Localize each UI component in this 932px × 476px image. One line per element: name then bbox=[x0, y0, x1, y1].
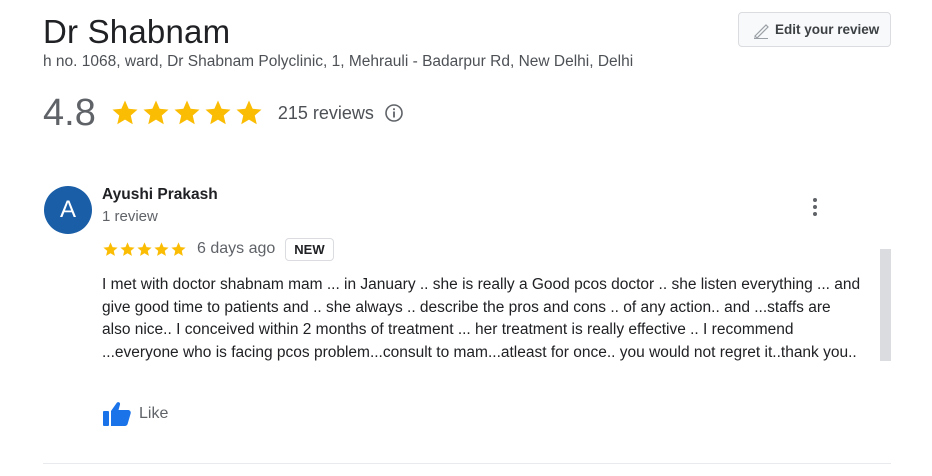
new-badge: NEW bbox=[285, 237, 334, 261]
info-icon[interactable] bbox=[384, 103, 404, 123]
star-icon bbox=[154, 241, 169, 256]
star-icon bbox=[103, 241, 118, 256]
star-icon bbox=[137, 241, 152, 256]
like-label: Like bbox=[139, 405, 169, 422]
pencil-icon bbox=[751, 20, 771, 40]
review-stars bbox=[102, 241, 187, 258]
star-icon bbox=[236, 100, 262, 125]
like-button[interactable]: Like bbox=[102, 400, 168, 428]
edit-review-label: Edit your review bbox=[775, 22, 880, 37]
rating-value: 4.8 bbox=[43, 91, 96, 134]
star-icon bbox=[120, 241, 135, 256]
edit-review-button[interactable]: Edit your review bbox=[738, 12, 891, 47]
star-icon bbox=[171, 241, 186, 256]
star-icon bbox=[143, 100, 169, 125]
scrollbar-thumb[interactable] bbox=[880, 249, 891, 361]
divider bbox=[43, 463, 891, 464]
rating-stars bbox=[110, 98, 264, 128]
star-icon bbox=[174, 100, 200, 125]
place-title: Dr Shabnam bbox=[43, 13, 231, 50]
avatar[interactable]: A bbox=[44, 186, 92, 234]
thumbs-up-icon bbox=[102, 400, 132, 428]
reviewer-review-count: 1 review bbox=[102, 208, 158, 225]
review-count[interactable]: 215 reviews bbox=[278, 103, 374, 124]
review-date: 6 days ago bbox=[197, 240, 276, 257]
star-icon bbox=[112, 100, 138, 125]
review-rating-row: 6 days ago NEW bbox=[102, 236, 334, 262]
reviewer-name[interactable]: Ayushi Prakash bbox=[102, 186, 218, 204]
more-options-icon[interactable] bbox=[805, 196, 825, 218]
rating-summary: 4.8 215 reviews bbox=[43, 88, 404, 138]
star-icon bbox=[205, 100, 231, 125]
place-address: h no. 1068, ward, Dr Shabnam Polyclinic,… bbox=[43, 53, 634, 70]
review-text: I met with doctor shabnam mam ... in Jan… bbox=[102, 276, 861, 361]
